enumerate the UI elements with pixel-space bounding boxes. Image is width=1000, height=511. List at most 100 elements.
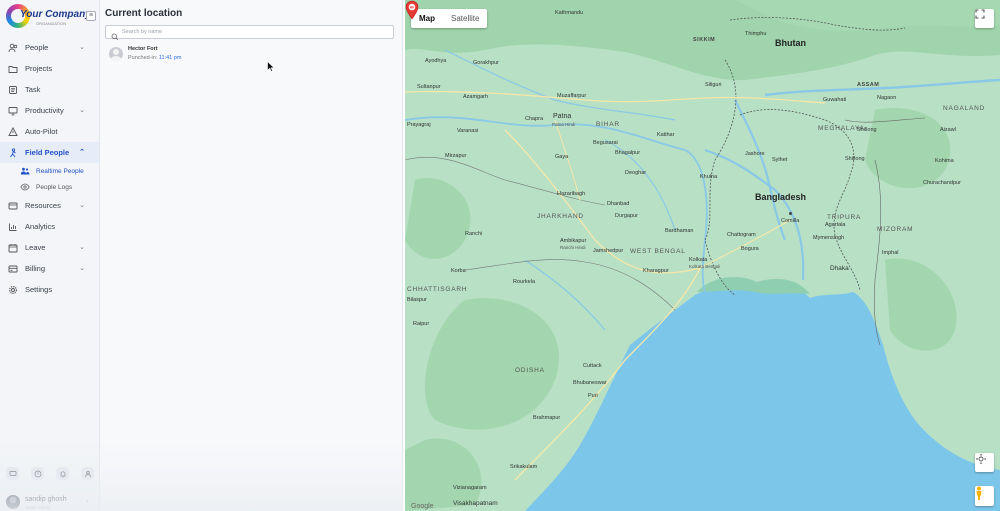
sidebar-subitem-label: Realtime People xyxy=(36,167,84,175)
map-label-comilla: Mymensingh xyxy=(813,235,845,241)
map-label-guwahati: Guwahati xyxy=(823,97,847,103)
sidebar-item-leave[interactable]: Leave ⌄ xyxy=(0,237,99,258)
person-run-icon xyxy=(8,147,18,158)
map-label-mirzapur: Mirzapur xyxy=(445,153,467,159)
map-type-satellite-button[interactable]: Satellite xyxy=(443,9,487,28)
chevron-right-icon: › xyxy=(86,499,88,505)
search-box xyxy=(105,25,394,41)
sidebar-item-label: Task xyxy=(25,85,41,94)
chevron-down-icon: ⌄ xyxy=(79,44,85,51)
map-label-khulna: Bogura xyxy=(741,246,759,252)
sidebar-subitem-realtime-people[interactable]: Realtime People xyxy=(0,163,99,179)
user-profile[interactable]: sandip ghosh Super admin › xyxy=(6,492,98,511)
map-label-ambikapur: Ranchi xyxy=(465,231,483,237)
chevron-down-icon: ⌄ xyxy=(79,202,85,209)
chevron-down-icon: ⌄ xyxy=(79,265,85,272)
chevron-up-icon: ⌃ xyxy=(79,149,85,156)
company-logo[interactable]: Your Company ORGANIZATION xyxy=(6,4,91,30)
map-label-imphal: Kohima xyxy=(935,158,954,164)
map-label-jashore: Chattogram xyxy=(727,232,756,238)
folder-icon xyxy=(8,64,18,74)
company-tagline: ORGANIZATION xyxy=(36,21,67,26)
map-marker-dhaka xyxy=(789,212,792,215)
sidebar-subitem-label: People Logs xyxy=(36,183,73,191)
list-item[interactable]: Hector Fort Punched-in: 11:41 pm xyxy=(106,44,306,64)
page-title: Current location xyxy=(105,8,183,19)
task-icon xyxy=(8,85,18,95)
map-label-sylhet: Shillong xyxy=(845,156,865,162)
billing-icon xyxy=(8,264,18,274)
map-label-dhaka: Comilla xyxy=(781,218,800,224)
sidebar-item-label: Resources xyxy=(25,201,61,210)
map-label-rourkela: Rourkela xyxy=(513,279,536,285)
map-label-brahmapur: Brahmapur xyxy=(533,415,561,421)
map-label-visakhapatnam: Visakhapatnam xyxy=(453,500,498,507)
map-label-patna-native: Patna Hindi xyxy=(552,122,576,127)
sidebar-item-auto-pilot[interactable]: Auto-Pilot xyxy=(0,121,99,142)
calendar-icon xyxy=(8,243,18,253)
pin-label: HF xyxy=(410,6,416,10)
map-label-bhubaneswar: Bhubaneswar xyxy=(573,380,607,386)
sidebar-subitem-people-logs[interactable]: People Logs xyxy=(0,179,99,195)
chat-icon[interactable] xyxy=(6,467,19,480)
sidebar-item-analytics[interactable]: Analytics xyxy=(0,216,99,237)
map-label-patna: Patna xyxy=(553,113,572,120)
company-name: Your Company xyxy=(20,9,91,20)
sidebar-item-task[interactable]: Task xyxy=(0,79,99,100)
gear-icon xyxy=(8,285,18,295)
sidebar-item-billing[interactable]: Billing ⌄ xyxy=(0,258,99,279)
group-icon xyxy=(20,167,30,175)
avatar xyxy=(6,495,20,509)
map-label-cuttack: Cuttack xyxy=(583,363,602,369)
sidebar-item-resources[interactable]: Resources ⌄ xyxy=(0,195,99,216)
sidebar-item-label: Productivity xyxy=(25,106,64,115)
map-label-ranchi-native: Ranchi Hindi xyxy=(560,245,586,250)
map-label-korba: Korba xyxy=(451,268,466,274)
sidebar-item-productivity[interactable]: Productivity ⌄ xyxy=(0,100,99,121)
pegman-icon[interactable] xyxy=(975,486,994,506)
map-label-katihar: Katihar xyxy=(657,132,675,138)
map-type-toggle: Map Satellite xyxy=(411,9,488,28)
user-settings-icon[interactable] xyxy=(81,467,94,480)
map-label-kolkata-native: Kolkata Bengali xyxy=(689,264,721,269)
map-label-kohima: Aizawl xyxy=(940,127,956,133)
punch-status-label: Punched-in: xyxy=(128,55,158,61)
sidebar-item-label: Auto-Pilot xyxy=(25,127,58,136)
map-label-ranchi: Ambikapur xyxy=(560,238,587,244)
current-location-panel: Current location Hector Fort Punched-in:… xyxy=(100,0,403,511)
map-label-chapra: Chapra xyxy=(525,116,544,122)
person-name: Hector Fort xyxy=(128,46,158,52)
map-label-ayodhya: Ayodhya xyxy=(425,58,447,64)
map-label-nagaon: Nagaon xyxy=(877,95,897,101)
sidebar-item-projects[interactable]: Projects xyxy=(0,58,99,79)
map-label-azamgarh: Azamgarh xyxy=(463,94,489,100)
map-label-jharkhand: JHARKHAND xyxy=(537,213,584,220)
map-canvas xyxy=(405,0,1000,511)
help-icon[interactable] xyxy=(31,467,44,480)
mouse-cursor-icon xyxy=(267,61,275,72)
sidebar-collapse-icon[interactable]: ≡ xyxy=(86,11,96,21)
map-label-deoghar: Deoghar xyxy=(625,170,647,176)
sidebar-item-field-people[interactable]: Field People ⌃ xyxy=(0,142,99,163)
search-input[interactable] xyxy=(122,27,382,37)
map-label-begusarai: Begusarai xyxy=(593,140,618,146)
map-label-agartala: Agartala xyxy=(825,222,846,228)
sidebar-item-settings[interactable]: Settings xyxy=(0,279,99,300)
map-label-jamshedpur: Jamshedpur xyxy=(593,248,624,254)
eye-icon xyxy=(20,183,30,191)
map-label-odisha: ODISHA xyxy=(515,367,545,374)
map-view[interactable]: Map Satellite HF Kathmandu Thimphu SIKKI… xyxy=(405,0,1000,511)
resources-icon xyxy=(8,201,18,211)
map-label-kolkata: Kolkata xyxy=(689,257,708,263)
fullscreen-icon[interactable] xyxy=(975,9,994,28)
punch-time[interactable]: 11:41 pm xyxy=(159,55,182,61)
monitor-icon xyxy=(8,106,18,116)
location-pin-icon[interactable]: HF xyxy=(405,0,419,20)
sidebar-item-people[interactable]: People ⌄ xyxy=(0,37,99,58)
camera-control-icon[interactable] xyxy=(975,453,994,472)
map-label-tripura: TRIPURA xyxy=(827,214,862,221)
map-label-puri: Puri xyxy=(588,393,598,399)
bell-icon[interactable] xyxy=(56,467,69,480)
map-label-bilaspur: Bilaspur xyxy=(407,297,427,303)
sidebar: Your Company ORGANIZATION ≡ People ⌄ Pro… xyxy=(0,0,100,511)
